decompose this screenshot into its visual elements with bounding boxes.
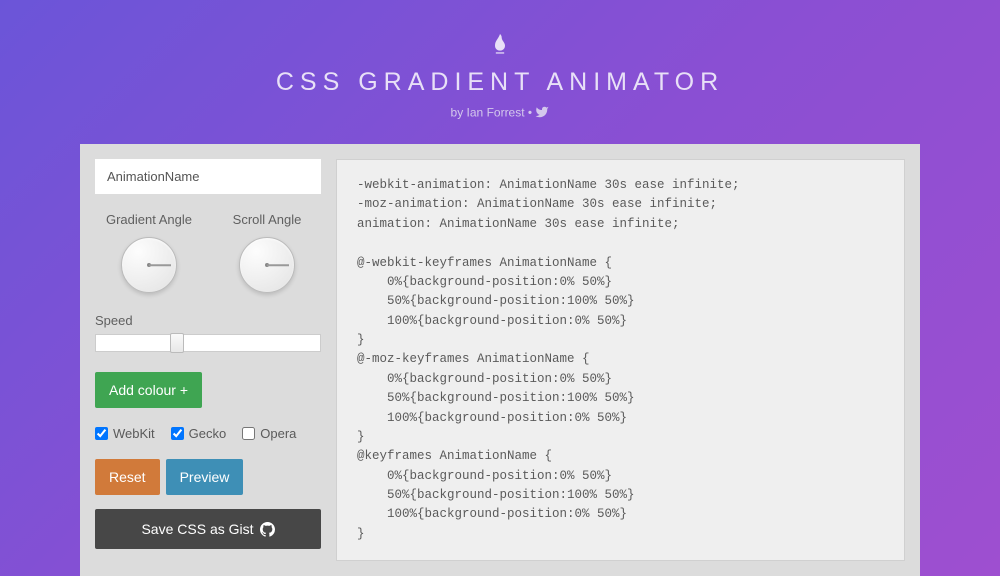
- speed-slider[interactable]: [95, 334, 321, 352]
- css-code-output[interactable]: -webkit-animation: AnimationName 30s eas…: [336, 159, 905, 561]
- flame-icon: [490, 32, 510, 56]
- gradient-angle-label: Gradient Angle: [95, 212, 203, 227]
- opera-check[interactable]: Opera: [242, 426, 296, 441]
- main-panel: Gradient Angle Scroll Angle Speed Add co…: [80, 144, 920, 576]
- page-header: CSS GRADIENT ANIMATOR by Ian Forrest •: [0, 0, 1000, 144]
- author-link[interactable]: Ian Forrest: [467, 106, 525, 120]
- gecko-label: Gecko: [189, 426, 227, 441]
- scroll-angle-group: Scroll Angle: [213, 212, 321, 293]
- save-gist-label: Save CSS as Gist: [141, 521, 253, 537]
- byline: by Ian Forrest •: [0, 105, 1000, 122]
- gecko-check[interactable]: Gecko: [171, 426, 227, 441]
- add-colour-button[interactable]: Add colour +: [95, 372, 202, 408]
- webkit-label: WebKit: [113, 426, 155, 441]
- opera-label: Opera: [260, 426, 296, 441]
- dials-row: Gradient Angle Scroll Angle: [95, 212, 321, 293]
- webkit-check[interactable]: WebKit: [95, 426, 155, 441]
- webkit-checkbox[interactable]: [95, 427, 108, 440]
- byline-prefix: by: [451, 106, 467, 120]
- opera-checkbox[interactable]: [242, 427, 255, 440]
- gecko-checkbox[interactable]: [171, 427, 184, 440]
- byline-separator: •: [525, 106, 536, 120]
- speed-slider-thumb[interactable]: [170, 333, 184, 353]
- animation-name-input[interactable]: [95, 159, 321, 194]
- github-icon: [260, 522, 275, 537]
- preview-button[interactable]: Preview: [166, 459, 244, 495]
- speed-label: Speed: [95, 313, 321, 328]
- action-buttons-row: Reset Preview: [95, 459, 321, 495]
- twitter-icon[interactable]: [535, 105, 549, 122]
- reset-button[interactable]: Reset: [95, 459, 160, 495]
- gradient-angle-dial[interactable]: [121, 237, 177, 293]
- scroll-angle-dial[interactable]: [239, 237, 295, 293]
- controls-column: Gradient Angle Scroll Angle Speed Add co…: [95, 159, 321, 561]
- scroll-angle-label: Scroll Angle: [213, 212, 321, 227]
- save-gist-button[interactable]: Save CSS as Gist: [95, 509, 321, 549]
- gradient-angle-group: Gradient Angle: [95, 212, 203, 293]
- page-title: CSS GRADIENT ANIMATOR: [0, 68, 1000, 97]
- vendor-checkboxes: WebKit Gecko Opera: [95, 426, 321, 441]
